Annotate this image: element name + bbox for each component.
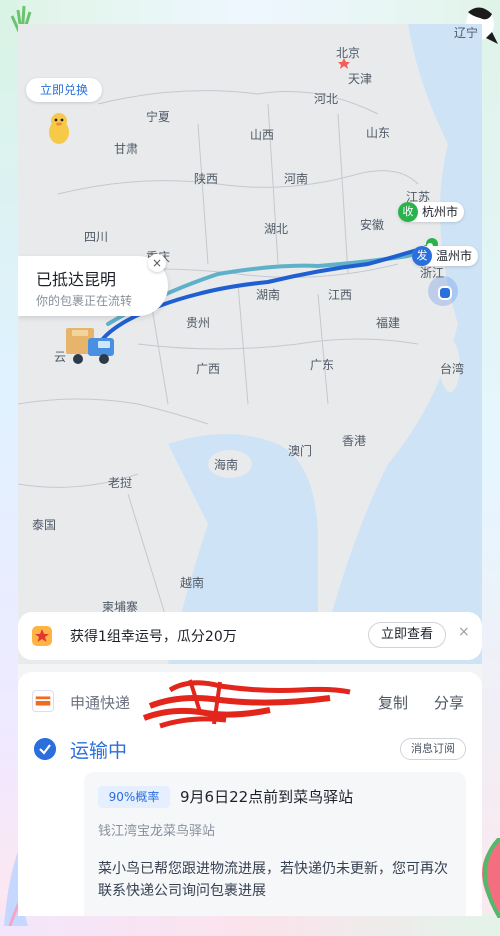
send-city: 温州市 xyxy=(436,249,473,263)
promo-text: 获得1组幸运号，瓜分20万 xyxy=(70,629,237,645)
map-label-hainan: 海南 xyxy=(214,458,239,472)
redeem-now-button[interactable]: 立即兑换 xyxy=(26,78,102,102)
map-label-macau: 澳门 xyxy=(288,444,313,458)
map-label-laos: 老挝 xyxy=(108,476,133,490)
courier-logo-icon xyxy=(32,690,54,712)
subscribe-button[interactable]: 消息订阅 xyxy=(400,738,466,760)
map-label-hubei: 湖北 xyxy=(264,222,289,236)
map-label-shanxi: 山西 xyxy=(250,128,275,142)
frame-bottom xyxy=(0,914,500,936)
eta-text: 9月6日22点前到菜鸟驿站 xyxy=(180,788,354,806)
parcel-detail-panel: 申通快递 复制 分享 运输中 消息订阅 90%概率 9月6日22点前到菜鸟驿站 … xyxy=(18,672,482,916)
check-icon xyxy=(34,738,56,760)
map-label-guangdong: 广东 xyxy=(310,358,335,372)
promo-close-icon[interactable]: × xyxy=(458,624,470,640)
map-label-hunan: 湖南 xyxy=(256,288,281,302)
copy-button[interactable]: 复制 xyxy=(378,692,408,713)
map-label-jiangxi: 江西 xyxy=(328,288,353,302)
current-location-icon[interactable] xyxy=(428,276,458,306)
map-label-hebei: 河北 xyxy=(314,92,339,106)
status-bubble[interactable]: 已抵达昆明 你的包裹正在流转 xyxy=(18,256,168,316)
probability-badge: 90%概率 xyxy=(98,786,170,808)
map-label-henan: 河南 xyxy=(284,172,309,186)
logistics-map[interactable]: 北京 天津 河北 山西 山东 宁夏 甘肃 陕西 河南 江苏 安徽 湖北 四川 重… xyxy=(18,24,482,664)
map-label-shaanxi: 陕西 xyxy=(194,172,219,186)
map-label-guangxi: 广西 xyxy=(196,362,221,376)
map-label-anhui: 安徽 xyxy=(360,218,385,232)
map-label-sichuan: 四川 xyxy=(84,230,109,244)
phone-screen: 北京 天津 河北 山西 山东 宁夏 甘肃 陕西 河南 江苏 安徽 湖北 四川 重… xyxy=(18,24,482,916)
courier-name: 申通快递 xyxy=(70,694,131,712)
frame-left xyxy=(0,0,18,936)
promo-banner[interactable]: 获得1组幸运号，瓜分20万 立即查看 × xyxy=(18,612,482,660)
view-now-button[interactable]: 立即查看 xyxy=(368,622,446,648)
map-label-vietnam: 越南 xyxy=(180,576,205,590)
send-badge: 发 xyxy=(412,246,432,266)
redaction-scribble xyxy=(142,679,351,729)
map-label-ningxia: 宁夏 xyxy=(146,110,171,124)
lucky-star-icon xyxy=(32,626,52,646)
frame-top xyxy=(0,0,500,26)
map-label-tianjin: 天津 xyxy=(348,72,373,86)
bubble-title: 已抵达昆明 xyxy=(36,270,117,289)
map-label-thailand: 泰国 xyxy=(32,518,57,532)
receive-badge: 收 xyxy=(398,202,418,222)
share-button[interactable]: 分享 xyxy=(434,692,464,713)
map-label-liaoning: 辽宁 xyxy=(454,26,479,40)
map-label-fujian: 福建 xyxy=(376,316,401,330)
receive-city: 杭州市 xyxy=(422,205,459,219)
pickup-station: 钱江湾宝龙菜鸟驿站 xyxy=(98,824,216,839)
map-label-hongkong: 香港 xyxy=(342,434,367,448)
delivery-truck-icon xyxy=(66,328,114,364)
follow-up-notice: 菜小鸟已帮您跟进物流进展，若快递仍未更新，您可再次联系快递公司询问包裹进展 xyxy=(98,861,448,899)
map-label-beijing: 北京 xyxy=(336,46,361,60)
receive-city-tag[interactable]: 收 杭州市 xyxy=(398,202,465,222)
map-label-guizhou: 贵州 xyxy=(186,316,211,330)
eta-card: 90%概率 9月6日22点前到菜鸟驿站 钱江湾宝龙菜鸟驿站 菜小鸟已帮您跟进物流… xyxy=(84,772,466,916)
frame-right xyxy=(482,0,500,936)
bubble-subtitle: 你的包裹正在流转 xyxy=(36,294,133,308)
map-label-shandong: 山东 xyxy=(366,126,391,140)
send-city-tag[interactable]: 发 温州市 xyxy=(412,246,479,266)
bubble-close-button[interactable]: × xyxy=(148,254,166,272)
map-label-taiwan: 台湾 xyxy=(440,362,465,376)
shipping-status: 运输中 xyxy=(70,740,128,762)
duck-mascot-icon[interactable] xyxy=(44,110,74,146)
map-label-gansu: 甘肃 xyxy=(114,142,139,156)
